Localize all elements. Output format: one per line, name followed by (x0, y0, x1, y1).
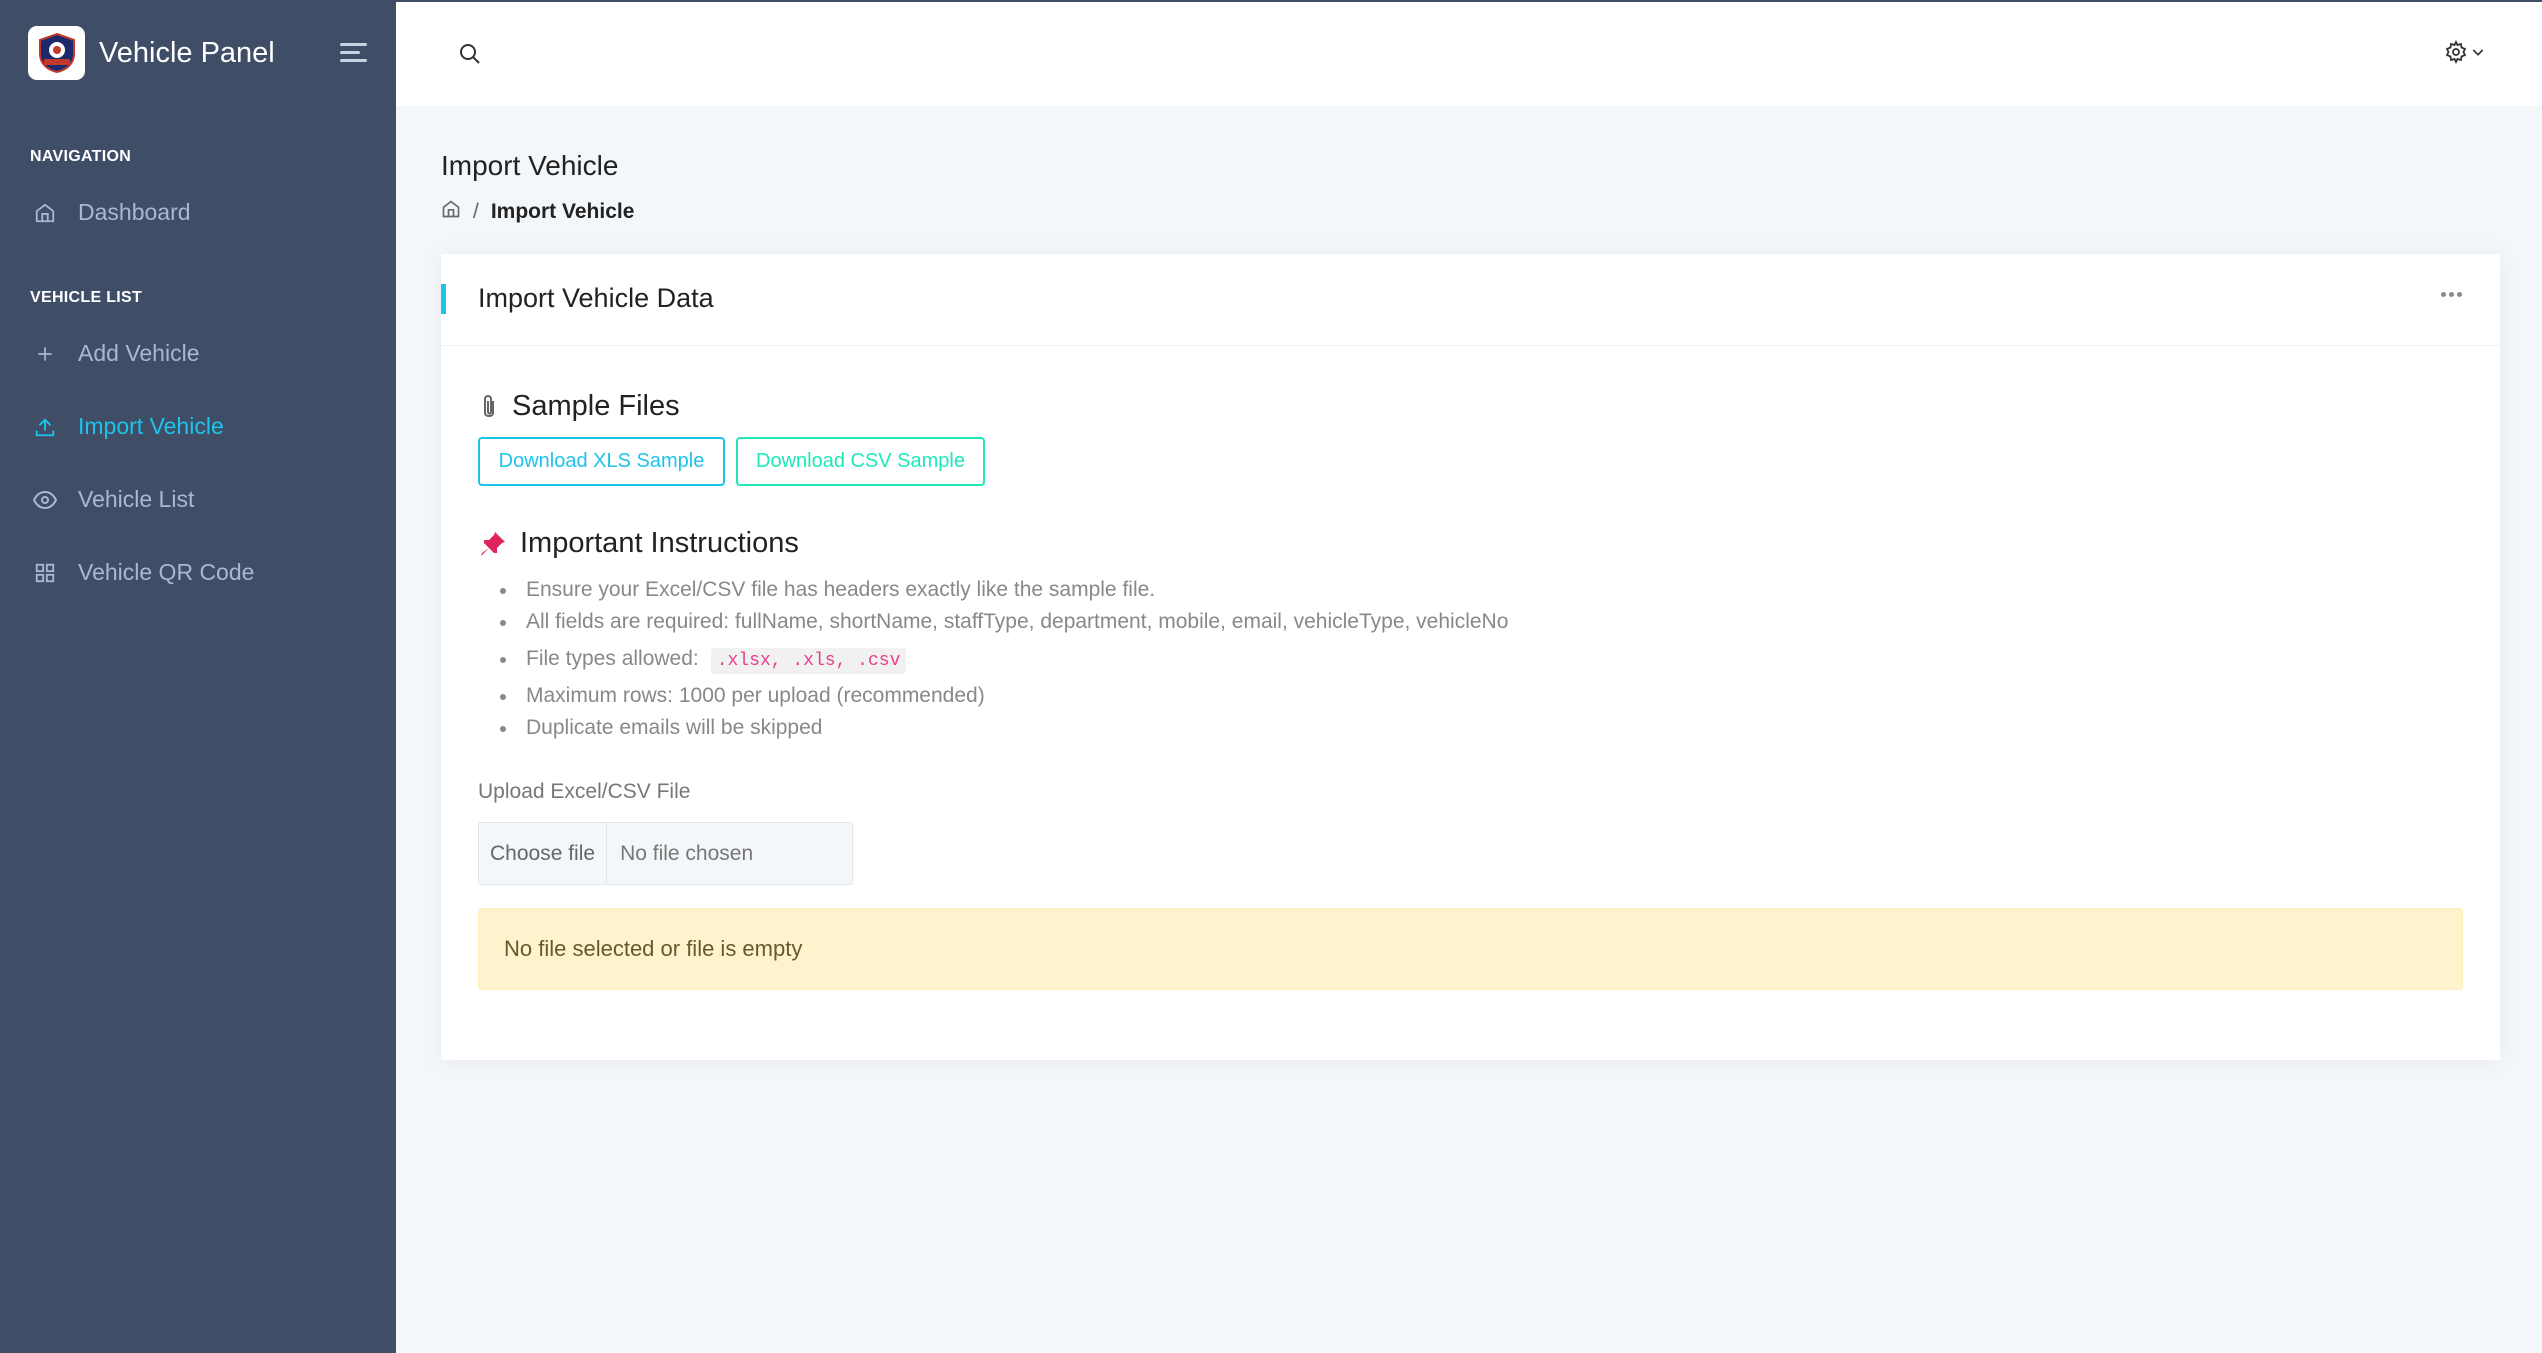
download-xls-button[interactable]: Download XLS Sample (478, 437, 725, 486)
sidebar-item-dashboard[interactable]: Dashboard (0, 176, 396, 249)
sidebar-item-vehicle-qr-code[interactable]: Vehicle QR Code (0, 536, 396, 609)
instruction-item: All fields are required: fullName, short… (497, 606, 1508, 638)
grid-icon (32, 560, 58, 586)
file-types-code: .xlsx, .xls, .csv (710, 648, 907, 674)
top-header (396, 0, 2542, 106)
breadcrumb-current: Import Vehicle (490, 200, 635, 223)
page-title: Import Vehicle (441, 150, 619, 181)
instruction-item: Duplicate emails will be skipped (497, 712, 1508, 744)
sidebar: Vehicle Panel NAVIGATION Dashboard VEHIC… (0, 0, 396, 1353)
card-accent-bar (441, 284, 446, 314)
breadcrumb-separator: / (473, 200, 479, 223)
more-options-icon[interactable] (2441, 292, 2462, 297)
settings-dropdown[interactable] (2444, 39, 2486, 69)
home-icon[interactable] (441, 199, 461, 225)
app-logo[interactable] (28, 26, 85, 80)
pushpin-icon (478, 529, 508, 559)
empty-file-alert: No file selected or file is empty (478, 908, 2463, 990)
nav-caption-vehicle-list: VEHICLE LIST (30, 289, 143, 306)
sidebar-item-label: Vehicle List (78, 486, 195, 512)
sidebar-item-import-vehicle[interactable]: Import Vehicle (0, 390, 396, 463)
instructions-list: Ensure your Excel/CSV file has headers e… (497, 574, 1508, 744)
sample-files-label: Sample Files (512, 390, 680, 422)
import-card: Import Vehicle Data Sample Files Downloa… (441, 254, 2500, 1060)
card-header: Import Vehicle Data (441, 254, 2500, 346)
brand: Vehicle Panel (0, 0, 396, 106)
gear-icon (2444, 39, 2468, 69)
card-title: Import Vehicle Data (478, 283, 714, 313)
file-input[interactable]: Choose file No file chosen (478, 822, 853, 885)
nav-caption-navigation: NAVIGATION (30, 148, 132, 165)
eye-icon (32, 487, 58, 513)
upload-label: Upload Excel/CSV File (478, 780, 691, 803)
instructions-title: Important Instructions (478, 527, 799, 560)
choose-file-button[interactable]: Choose file (479, 823, 608, 884)
sample-files-title: Sample Files (478, 390, 680, 423)
download-csv-button[interactable]: Download CSV Sample (736, 437, 985, 486)
instruction-item: Ensure your Excel/CSV file has headers e… (497, 574, 1508, 606)
upload-icon (32, 414, 58, 440)
instruction-text: File types allowed: (526, 647, 699, 670)
sidebar-item-add-vehicle[interactable]: Add Vehicle (0, 317, 396, 390)
brand-title: Vehicle Panel (99, 36, 275, 69)
search-icon[interactable] (458, 42, 484, 68)
sidebar-item-label: Import Vehicle (78, 413, 224, 439)
instruction-item: Maximum rows: 1000 per upload (recommend… (497, 680, 1508, 712)
menu-toggle-icon[interactable] (340, 43, 367, 64)
sidebar-item-label: Add Vehicle (78, 340, 200, 366)
instructions-label: Important Instructions (520, 527, 799, 559)
plus-icon (32, 341, 58, 367)
chevron-down-icon (2470, 44, 2486, 65)
home-icon (32, 200, 58, 226)
paperclip-icon (478, 392, 500, 422)
sidebar-item-vehicle-list[interactable]: Vehicle List (0, 463, 396, 536)
sidebar-item-label: Vehicle QR Code (78, 559, 255, 585)
sidebar-item-label: Dashboard (78, 199, 191, 225)
instruction-item: File types allowed: .xlsx, .xls, .csv (497, 638, 1508, 680)
file-status-text: No file chosen (620, 841, 754, 865)
breadcrumb: / Import Vehicle (441, 199, 634, 225)
